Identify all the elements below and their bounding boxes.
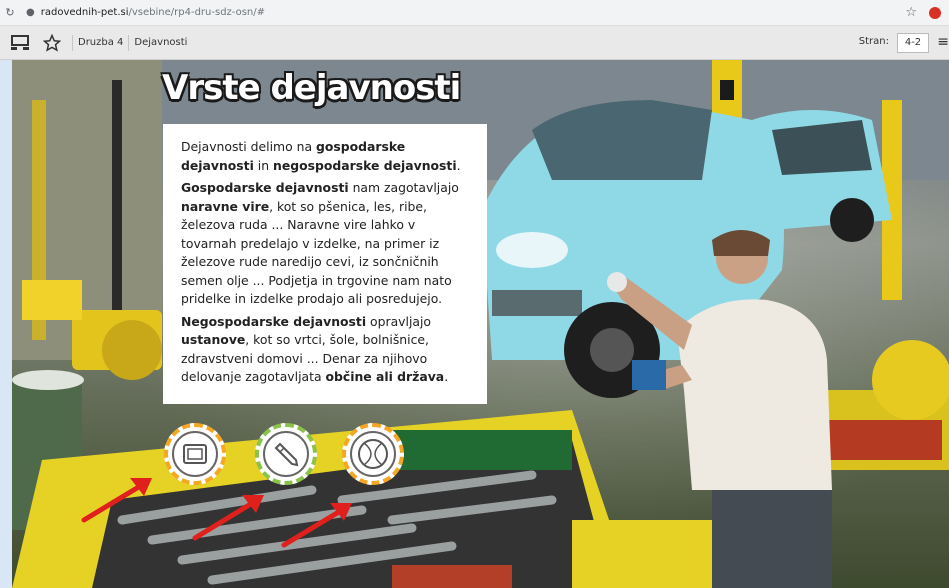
star-icon[interactable] xyxy=(40,31,64,55)
red-arrow-icon xyxy=(81,482,145,523)
annotation-arrows xyxy=(81,478,352,548)
red-arrow-head xyxy=(242,495,264,513)
page-number-input[interactable]: 4-2 xyxy=(897,33,929,53)
bookmark-star-icon[interactable]: ☆ xyxy=(905,5,917,20)
red-arrow-head xyxy=(330,503,352,521)
monitor-icon[interactable] xyxy=(8,31,32,55)
breadcrumb-item[interactable]: Dejavnosti xyxy=(128,34,192,51)
layers-icon[interactable]: ≡ xyxy=(937,34,949,50)
url-field[interactable]: radovednih-pet.si/vsebine/rp4-dru-sdz-os… xyxy=(41,7,265,18)
red-arrow-icon xyxy=(281,507,345,548)
extension-icon[interactable] xyxy=(929,7,941,19)
red-arrow-icon xyxy=(192,499,257,541)
page-label: Stran: xyxy=(858,36,889,47)
url-host: radovednih-pet.si xyxy=(40,7,129,18)
slide-canvas: Vrste dejavnosti Dejavnosti delimo na go… xyxy=(12,60,949,588)
reload-icon[interactable]: ↻ xyxy=(2,6,18,19)
app-toolbar: Druzba 4 Dejavnosti Stran: 4-2 ≡ xyxy=(0,26,949,60)
breadcrumb-item[interactable]: Druzba 4 xyxy=(72,34,128,51)
browser-address-bar: ↻ ● radovednih-pet.si/vsebine/rp4-dru-sd… xyxy=(0,0,949,26)
url-path: /vsebine/rp4-dru-sdz-osn/# xyxy=(128,7,265,18)
lock-icon: ● xyxy=(26,7,35,18)
red-arrow-head xyxy=(130,478,152,496)
